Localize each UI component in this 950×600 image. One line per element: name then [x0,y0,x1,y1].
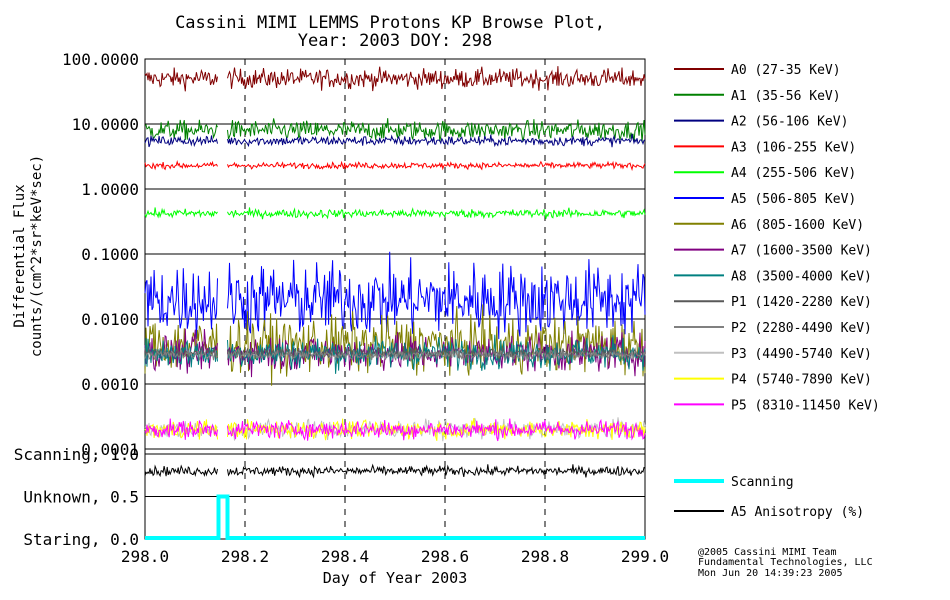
x-tick-label: 298.8 [521,547,569,566]
legend-label: A4 (255-506 KeV) [731,166,856,181]
y-tick-label: 0.1000 [81,245,139,264]
legend-label: Scanning [731,475,794,490]
series-line [144,67,218,92]
legend-label: P1 (1420-2280 KeV) [731,295,872,310]
y-tick-label: 0.0010 [81,375,139,394]
lower-panel-labels: Scanning, 1.0 Unknown, 0.5 Staring, 0.0 [14,445,139,549]
anisotropy-line [227,463,646,479]
lower-y-label: Scanning, 1.0 [14,445,139,464]
legend-label: A7 (1600-3500 KeV) [731,244,872,259]
upper-panel-grid [144,58,646,450]
legend-label: P4 (5740-7890 KeV) [731,373,872,388]
y-axis-label: Differential Flux [12,184,28,327]
y-tick-label: 1.0000 [81,180,139,199]
y-tick-label: 10.0000 [72,115,139,134]
legend-label: P3 (4490-5740 KeV) [731,347,872,362]
legend-label: A1 (35-56 KeV) [731,89,841,104]
legend-label: A5 Anisotropy (%) [731,505,864,520]
series-line [144,268,218,339]
x-tick-label: 298.0 [121,547,169,566]
series-line [227,133,646,148]
y-tick-label: 0.0100 [81,310,139,329]
series-line [227,207,646,220]
footer-company: Fundamental Technologies, LLC [698,557,873,568]
chart-title: Cassini MIMI LEMMS Protons KP Browse Plo… [175,13,605,33]
legend-label: A8 (3500-4000 KeV) [731,269,872,284]
series-line [144,135,218,148]
x-tick-label: 299.0 [621,547,669,566]
series-line [144,207,218,219]
y-axis-unit-label: counts/(cm^2*sr*keV*sec) [29,155,45,357]
legend: A0 (27-35 KeV) A1 (35-56 KeV) A2 (56-106 K… [674,63,880,520]
legend-label: P5 (8310-11450 KeV) [731,398,880,413]
legend-label: A3 (106-255 KeV) [731,140,856,155]
x-tick-label: 298.2 [221,547,269,566]
legend-label: A5 (506-805 KeV) [731,192,856,207]
x-tick-labels: 298.0 298.2 298.4 298.6 298.8 299.0 [121,547,669,566]
series-line [227,66,646,92]
legend-label: A0 (27-35 KeV) [731,63,841,78]
browse-plot: Cassini MIMI LEMMS Protons KP Browse Plo… [12,13,880,587]
footer-timestamp: Mon Jun 20 14:39:23 2005 [698,568,843,579]
legend-label: P2 (2280-4490 KeV) [731,321,872,336]
series-line [227,160,646,172]
y-tick-labels: 100.000010.00001.00000.10000.01000.00100… [62,50,139,459]
x-tick-label: 298.4 [321,547,369,566]
scanning-line [145,494,645,540]
legend-label: A2 (56-106 KeV) [731,115,848,130]
lower-panel-series [144,463,646,540]
lower-y-label: Staring, 0.0 [23,530,139,549]
anisotropy-line [144,464,218,478]
x-axis-label: Day of Year 2003 [323,569,468,587]
y-tick-label: 100.0000 [62,50,139,69]
legend-label: A6 (805-1600 KeV) [731,218,864,233]
chart-subtitle: Year: 2003 DOY: 298 [298,31,492,51]
series-line [144,159,218,171]
lower-y-label: Unknown, 0.5 [23,488,139,507]
x-tick-label: 298.6 [421,547,469,566]
